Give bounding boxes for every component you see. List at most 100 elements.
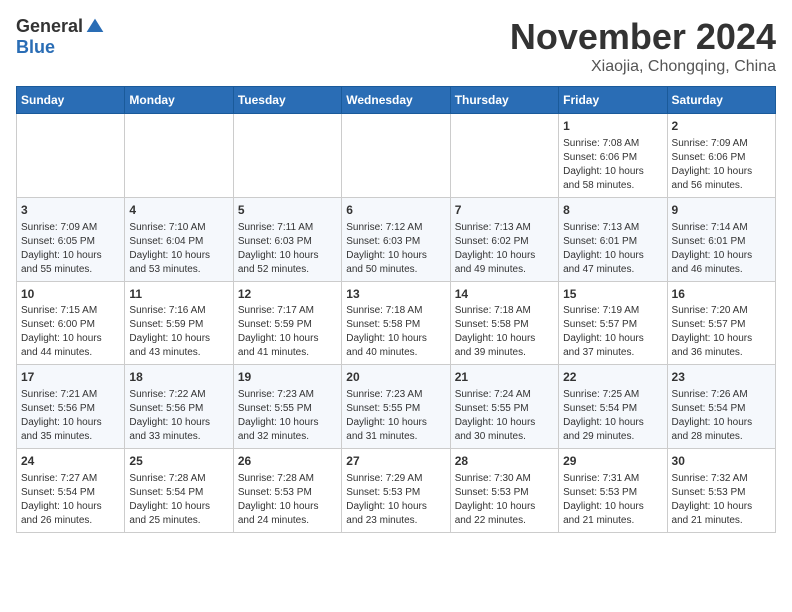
day-number: 7 [455,202,554,219]
calendar-week-row: 17 Sunrise: 7:21 AM Sunset: 5:56 PM Dayli… [17,365,776,449]
logo-general-text: General [16,16,83,37]
day-info: Sunrise: 7:22 AM Sunset: 5:56 PM Dayligh… [129,388,228,444]
day-info: Sunrise: 7:17 AM Sunset: 5:59 PM Dayligh… [238,304,337,360]
day-info: Sunrise: 7:21 AM Sunset: 5:56 PM Dayligh… [21,388,120,444]
calendar-cell: 19 Sunrise: 7:23 AM Sunset: 5:55 PM Dayli… [233,365,341,449]
day-number: 21 [455,369,554,386]
logo-icon [85,17,105,37]
calendar-cell: 8Sunrise: 7:13 AM Sunset: 6:01 PM Daylig… [559,197,667,281]
calendar-header-sunday: Sunday [17,87,125,114]
calendar-cell: 3 Sunrise: 7:09 AM Sunset: 6:05 PM Daylig… [17,197,125,281]
day-number: 12 [238,286,337,303]
logo: General Blue [16,16,105,58]
page-header: General Blue November 2024 Xiaojia, Chon… [16,16,776,76]
day-info: Sunrise: 7:28 AM Sunset: 5:54 PM Dayligh… [129,472,228,528]
calendar-cell: 9Sunrise: 7:14 AM Sunset: 6:01 PM Daylig… [667,197,775,281]
calendar-week-row: 1 Sunrise: 7:08 AM Sunset: 6:06 PM Daylig… [17,114,776,198]
day-number: 25 [129,453,228,470]
day-number: 11 [129,286,228,303]
day-info: Sunrise: 7:09 AM Sunset: 6:06 PM Dayligh… [672,137,771,193]
calendar-header-monday: Monday [125,87,233,114]
logo-blue-text: Blue [16,37,55,57]
day-number: 14 [455,286,554,303]
calendar-cell: 26 Sunrise: 7:28 AM Sunset: 5:53 PM Dayli… [233,449,341,533]
calendar-cell: 24Sunrise: 7:27 AM Sunset: 5:54 PM Dayli… [17,449,125,533]
day-info: Sunrise: 7:31 AM Sunset: 5:53 PM Dayligh… [563,472,662,528]
calendar-header-thursday: Thursday [450,87,558,114]
day-info: Sunrise: 7:32 AM Sunset: 5:53 PM Dayligh… [672,472,771,528]
day-number: 17 [21,369,120,386]
day-info: Sunrise: 7:16 AM Sunset: 5:59 PM Dayligh… [129,304,228,360]
calendar-cell: 18 Sunrise: 7:22 AM Sunset: 5:56 PM Dayli… [125,365,233,449]
day-number: 22 [563,369,662,386]
calendar-week-row: 3 Sunrise: 7:09 AM Sunset: 6:05 PM Daylig… [17,197,776,281]
day-number: 5 [238,202,337,219]
day-info: Sunrise: 7:08 AM Sunset: 6:06 PM Dayligh… [563,137,662,193]
calendar-header-tuesday: Tuesday [233,87,341,114]
day-info: Sunrise: 7:25 AM Sunset: 5:54 PM Dayligh… [563,388,662,444]
day-info: Sunrise: 7:10 AM Sunset: 6:04 PM Dayligh… [129,221,228,277]
location: Xiaojia, Chongqing, China [510,58,776,76]
day-number: 18 [129,369,228,386]
day-number: 26 [238,453,337,470]
calendar-cell: 1 Sunrise: 7:08 AM Sunset: 6:06 PM Daylig… [559,114,667,198]
day-number: 27 [346,453,445,470]
day-info: Sunrise: 7:18 AM Sunset: 5:58 PM Dayligh… [455,304,554,360]
calendar-cell: 25 Sunrise: 7:28 AM Sunset: 5:54 PM Dayli… [125,449,233,533]
day-number: 15 [563,286,662,303]
day-number: 6 [346,202,445,219]
day-number: 16 [672,286,771,303]
day-info: Sunrise: 7:28 AM Sunset: 5:53 PM Dayligh… [238,472,337,528]
day-info: Sunrise: 7:11 AM Sunset: 6:03 PM Dayligh… [238,221,337,277]
day-number: 3 [21,202,120,219]
day-number: 8 [563,202,662,219]
day-number: 23 [672,369,771,386]
calendar-week-row: 10Sunrise: 7:15 AM Sunset: 6:00 PM Dayli… [17,281,776,365]
calendar-cell: 29 Sunrise: 7:31 AM Sunset: 5:53 PM Dayli… [559,449,667,533]
day-number: 20 [346,369,445,386]
day-number: 4 [129,202,228,219]
calendar-cell: 7Sunrise: 7:13 AM Sunset: 6:02 PM Daylig… [450,197,558,281]
day-info: Sunrise: 7:23 AM Sunset: 5:55 PM Dayligh… [346,388,445,444]
calendar-week-row: 24Sunrise: 7:27 AM Sunset: 5:54 PM Dayli… [17,449,776,533]
calendar-cell [233,114,341,198]
day-number: 19 [238,369,337,386]
calendar-cell: 10Sunrise: 7:15 AM Sunset: 6:00 PM Dayli… [17,281,125,365]
calendar-cell: 27 Sunrise: 7:29 AM Sunset: 5:53 PM Dayli… [342,449,450,533]
month-title: November 2024 [510,16,776,58]
day-number: 28 [455,453,554,470]
day-number: 1 [563,118,662,135]
calendar-cell: 6 Sunrise: 7:12 AM Sunset: 6:03 PM Daylig… [342,197,450,281]
day-info: Sunrise: 7:15 AM Sunset: 6:00 PM Dayligh… [21,304,120,360]
calendar-cell: 4 Sunrise: 7:10 AM Sunset: 6:04 PM Daylig… [125,197,233,281]
calendar-cell: 2Sunrise: 7:09 AM Sunset: 6:06 PM Daylig… [667,114,775,198]
day-info: Sunrise: 7:20 AM Sunset: 5:57 PM Dayligh… [672,304,771,360]
calendar-cell: 11Sunrise: 7:16 AM Sunset: 5:59 PM Dayli… [125,281,233,365]
day-number: 30 [672,453,771,470]
calendar-cell: 15Sunrise: 7:19 AM Sunset: 5:57 PM Dayli… [559,281,667,365]
day-info: Sunrise: 7:26 AM Sunset: 5:54 PM Dayligh… [672,388,771,444]
day-info: Sunrise: 7:19 AM Sunset: 5:57 PM Dayligh… [563,304,662,360]
day-info: Sunrise: 7:24 AM Sunset: 5:55 PM Dayligh… [455,388,554,444]
calendar-cell: 12Sunrise: 7:17 AM Sunset: 5:59 PM Dayli… [233,281,341,365]
calendar-header-friday: Friday [559,87,667,114]
calendar-table: SundayMondayTuesdayWednesdayThursdayFrid… [16,86,776,533]
calendar-cell: 13Sunrise: 7:18 AM Sunset: 5:58 PM Dayli… [342,281,450,365]
title-block: November 2024 Xiaojia, Chongqing, China [510,16,776,76]
calendar-cell: 17 Sunrise: 7:21 AM Sunset: 5:56 PM Dayli… [17,365,125,449]
calendar-cell: 16Sunrise: 7:20 AM Sunset: 5:57 PM Dayli… [667,281,775,365]
calendar-cell [450,114,558,198]
day-info: Sunrise: 7:23 AM Sunset: 5:55 PM Dayligh… [238,388,337,444]
calendar-cell: 30 Sunrise: 7:32 AM Sunset: 5:53 PM Dayli… [667,449,775,533]
day-number: 10 [21,286,120,303]
calendar-cell [17,114,125,198]
day-info: Sunrise: 7:09 AM Sunset: 6:05 PM Dayligh… [21,221,120,277]
day-info: Sunrise: 7:12 AM Sunset: 6:03 PM Dayligh… [346,221,445,277]
calendar-header-row: SundayMondayTuesdayWednesdayThursdayFrid… [17,87,776,114]
calendar-cell [125,114,233,198]
day-number: 9 [672,202,771,219]
day-info: Sunrise: 7:29 AM Sunset: 5:53 PM Dayligh… [346,472,445,528]
calendar-cell: 23 Sunrise: 7:26 AM Sunset: 5:54 PM Dayli… [667,365,775,449]
calendar-cell: 20 Sunrise: 7:23 AM Sunset: 5:55 PM Dayli… [342,365,450,449]
day-number: 29 [563,453,662,470]
